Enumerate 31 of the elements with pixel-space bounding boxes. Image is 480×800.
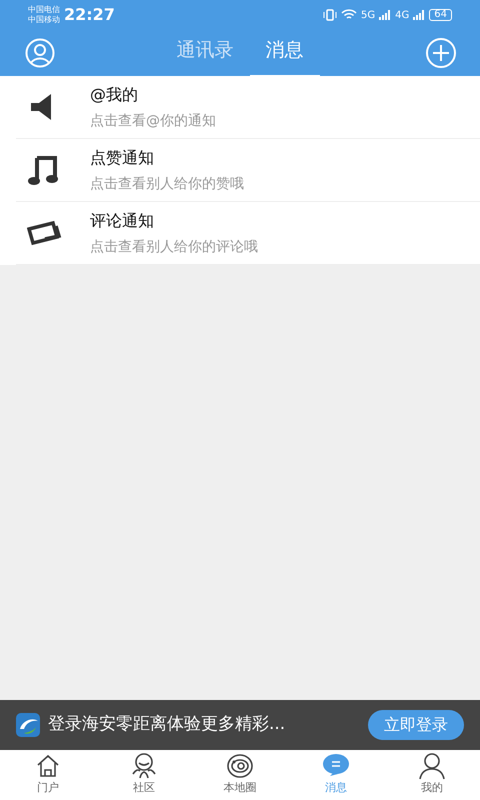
nav-tab[interactable]: 消息 (288, 750, 384, 800)
carrier-label: 中国移动 (28, 15, 60, 25)
signal-icon (379, 10, 392, 20)
nav-tab[interactable]: 本地圈 (192, 750, 288, 800)
message-title: 评论通知 (90, 210, 155, 232)
message-row[interactable]: 评论通知 点击查看别人给你的评论哦 (16, 202, 480, 265)
message-row[interactable]: @我的 点击查看@你的通知 (16, 76, 480, 139)
wifi-icon (341, 9, 358, 21)
app-logo-icon (16, 713, 40, 737)
message-row[interactable]: 点赞通知 点击查看别人给你的赞哦 (16, 139, 480, 202)
carrier-label: 中国电信 (28, 5, 60, 15)
nav-tab[interactable]: 我的 (384, 750, 480, 800)
signal-icon (413, 10, 426, 20)
message-subtitle: 点击查看别人给你的赞哦 (90, 174, 244, 194)
nav-tab[interactable]: 社区 (96, 750, 192, 800)
vibrate-icon (323, 9, 338, 21)
message-subtitle: 点击查看@你的通知 (90, 112, 216, 130)
nav-tab[interactable]: 门户 (0, 750, 96, 800)
network-label: 4G (395, 8, 410, 22)
battery-label: 64 (429, 9, 452, 21)
message-subtitle: 点击查看别人给你的评论哦 (90, 238, 258, 256)
person-icon (418, 752, 446, 780)
add-icon[interactable] (424, 38, 458, 68)
network-label: 5G (361, 8, 376, 22)
figure-icon (130, 752, 158, 780)
status-time: 22:27 (64, 4, 115, 26)
orbit-icon (226, 752, 254, 780)
message-title: 点赞通知 (90, 146, 155, 168)
login-prompt: 登录海安零距离体验更多精彩... (48, 713, 286, 736)
login-button[interactable]: 立即登录 (368, 710, 464, 740)
message-title: @我的 (90, 84, 139, 106)
